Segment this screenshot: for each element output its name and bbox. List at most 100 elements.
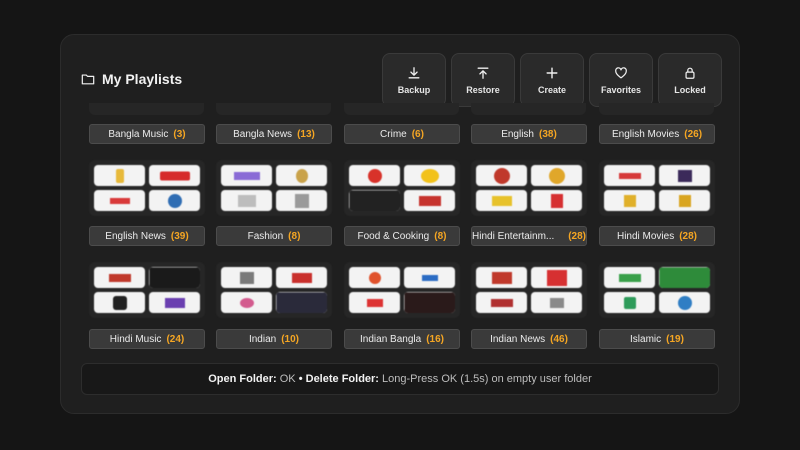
folder-thumbnails-partial[interactable] [216,103,331,115]
folder-bangla-music[interactable]: Bangla Music (3) [89,124,205,144]
channel-logo [531,292,582,313]
folder-name: English [501,128,534,140]
favorites-button[interactable]: Favorites [589,53,653,107]
channel-logo [221,165,272,186]
channel-logo [94,190,145,211]
locked-button[interactable]: Locked [658,53,722,107]
folder-name: Hindi Music [109,333,162,345]
folder-thumbnails[interactable] [216,262,332,318]
folder-english-news[interactable]: English News (39) [89,226,205,246]
channel-logo [659,190,710,211]
channel-logo [476,190,527,211]
folder-thumbnails[interactable] [89,160,205,216]
toolbar: Backup Restore Create Favorites Locked [382,53,722,107]
channel-logo [404,165,455,186]
folder-name: English News [105,230,166,242]
folder-thumbnails-partial[interactable] [471,103,586,115]
plus-icon [546,66,558,79]
backup-button[interactable]: Backup [382,53,446,107]
channel-logo [349,292,400,313]
folder-count: (8) [434,230,447,242]
folder-hindi-entertainment[interactable]: Hindi Entertainm... (28) [471,226,587,246]
folder-name: Fashion [247,230,284,242]
folder-count: (8) [288,230,301,242]
folder-count: (26) [684,128,703,140]
folder-islamic[interactable]: Islamic (19) [599,329,715,349]
channel-logo [604,190,655,211]
create-button[interactable]: Create [520,53,584,107]
folder-thumbnails-partial[interactable] [599,103,714,115]
folder-thumbnails[interactable] [89,262,205,318]
folder-count: (28) [679,230,698,242]
folder-name: Food & Cooking [357,230,430,242]
channel-logo [276,165,327,186]
folder-thumbnails[interactable] [599,160,715,216]
folder-fashion[interactable]: Fashion (8) [216,226,332,246]
channel-logo [149,292,200,313]
channel-logo [221,292,272,313]
channel-logo [276,267,327,288]
channel-logo [276,292,327,313]
folder-hindi-movies[interactable]: Hindi Movies (28) [599,226,715,246]
help-bar: Open Folder: OK • Delete Folder: Long-Pr… [81,363,719,395]
channel-logo [149,165,200,186]
folder-name: Hindi Movies [616,230,675,242]
folder-indian-news[interactable]: Indian News (46) [471,329,587,349]
folder-name: Islamic [630,333,662,345]
channel-logo [94,165,145,186]
folder-count: (10) [281,333,300,345]
upload-icon [477,67,489,79]
folder-count: (24) [166,333,185,345]
folder-thumbnails[interactable] [216,160,332,216]
folder-hindi-music[interactable]: Hindi Music (24) [89,329,205,349]
delete-folder-value: Long-Press OK (1.5s) on empty user folde… [382,373,592,385]
channel-logo [476,165,527,186]
channel-logo [476,292,527,313]
channel-logo [659,292,710,313]
channel-logo [659,165,710,186]
folder-count: (28) [568,230,586,242]
folder-crime[interactable]: Crime (6) [344,124,460,144]
delete-folder-label: Delete Folder: [305,373,379,385]
channel-logo [221,190,272,211]
folder-name: Bangla Music [108,128,169,140]
channel-logo [604,292,655,313]
folder-count: (38) [539,128,557,140]
locked-label: Locked [674,84,706,95]
folder-thumbnails[interactable] [344,160,460,216]
channel-logo [349,165,400,186]
folder-name: Bangla News [233,128,293,140]
folder-english-movies[interactable]: English Movies (26) [599,124,715,144]
folder-thumbnails[interactable] [344,262,460,318]
folder-name: Hindi Entertainm... [472,230,555,242]
favorites-label: Favorites [600,84,642,95]
folder-thumbnails[interactable] [599,262,715,318]
folder-thumbnails[interactable] [471,160,587,216]
folder-thumbnails-partial[interactable] [89,103,204,115]
channel-logo [349,267,400,288]
page-title-text: My Playlists [102,71,183,87]
channel-logo [531,190,582,211]
create-label: Create [537,84,566,95]
page-title: My Playlists [81,71,182,87]
folder-english[interactable]: English (38) [471,124,587,144]
folder-indian-bangla[interactable]: Indian Bangla (16) [344,329,460,349]
folder-bangla-news[interactable]: Bangla News (13) [216,124,332,144]
folder-grid: Bangla Music (3) Bangla News (13) Crime … [89,103,715,349]
folder-thumbnails-partial[interactable] [344,103,459,115]
folder-food-cooking[interactable]: Food & Cooking (8) [344,226,460,246]
channel-logo [476,267,527,288]
heart-icon [615,66,627,78]
restore-button[interactable]: Restore [451,53,515,107]
folder-indian[interactable]: Indian (10) [216,329,332,349]
playlists-panel: My Playlists Backup Restore Create Favor… [60,34,740,414]
channel-logo [149,190,200,211]
folder-name: Indian Bangla [360,333,422,345]
folder-count: (46) [550,333,568,345]
open-folder-value: OK [279,373,296,385]
channel-logo [221,267,272,288]
folder-count: (16) [426,333,444,345]
channel-logo [404,292,455,313]
folder-thumbnails[interactable] [471,262,587,318]
folder-icon [81,74,95,85]
